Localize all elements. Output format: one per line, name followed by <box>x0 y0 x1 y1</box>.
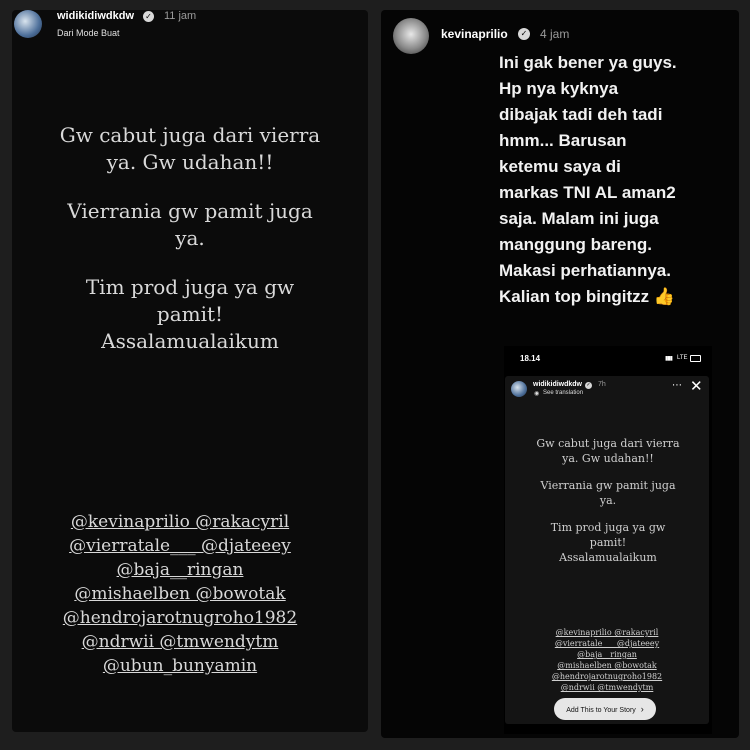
text-line: hmm... Barusan <box>499 131 627 150</box>
text-line: pamit! <box>589 536 627 549</box>
text-line: ketemu saya di <box>499 157 621 176</box>
text-line: Vierrania gw pamit juga <box>67 199 313 223</box>
battery-icon <box>690 355 701 362</box>
text-line: pamit! <box>156 302 224 326</box>
verified-icon: ✓ <box>143 11 154 22</box>
verified-icon: ✓ <box>585 382 592 389</box>
right-username[interactable]: kevinaprilio <box>441 27 508 41</box>
right-time: 4 jam <box>540 27 570 41</box>
network-status: LTE <box>677 355 688 361</box>
signal-icon: ▮▮▮ <box>665 355 673 362</box>
verified-icon: ✓ <box>518 28 530 40</box>
text-line: dibajak tadi deh tadi <box>499 105 663 124</box>
left-avatar[interactable] <box>14 10 42 38</box>
right-avatar[interactable] <box>393 18 429 54</box>
add-to-story-label: Add This to Your Story <box>566 707 636 714</box>
text-line: Vierrania gw pamit juga <box>540 479 676 492</box>
text-line: Tim prod juga ya gw <box>85 275 295 299</box>
mention-line[interactable]: @vierratale___ @djateeey <box>540 638 674 649</box>
left-username[interactable]: widikidiwdkdw <box>57 10 134 22</box>
embedded-mentions: @kevinaprilio @rakacyril @vierratale___ … <box>540 627 674 693</box>
text-line: ya. Gw udahan!! <box>562 452 654 465</box>
status-clock: 18.14 <box>520 354 541 363</box>
text-line: Gw cabut juga dari vierra <box>59 123 321 147</box>
text-line: Tim prod juga ya gw <box>550 521 666 534</box>
text-line: Kalian top bingitzz 👍 <box>499 287 676 306</box>
left-mentions: @kevinaprilio @rakacyril @vierratale___ … <box>62 510 298 678</box>
text-line: ya. <box>175 226 205 250</box>
mention-line[interactable]: @baja__ringan <box>62 558 298 582</box>
mention-line[interactable]: @mishaelben @bowotak <box>62 582 298 606</box>
text-line: saja. Malam ini juga <box>499 209 659 228</box>
globe-icon: ◉ <box>534 390 540 397</box>
left-subtitle: Dari Mode Buat <box>57 28 120 38</box>
add-to-story-button[interactable]: Add This to Your Story › <box>554 698 656 720</box>
left-story-text: Gw cabut juga dari vierra ya. Gw udahan!… <box>40 122 340 355</box>
embedded-time: 7h <box>598 381 606 388</box>
mention-line[interactable]: @ndrwii @tmwendytm <box>540 682 674 693</box>
close-icon[interactable]: ✕ <box>690 379 703 394</box>
right-story-text: Ini gak bener ya guys. Hp nya kyknya dib… <box>499 50 739 310</box>
mention-line[interactable]: @hendrojarotnugroho1982 <box>62 606 298 630</box>
mention-line[interactable]: @ubun_bunyamin <box>62 654 298 678</box>
text-line: ya. <box>599 494 617 507</box>
mention-line[interactable]: @baja__ringan <box>540 649 674 660</box>
text-line: Makasi perhatiannya. <box>499 261 671 280</box>
mention-line[interactable]: @ndrwii @tmwendytm <box>62 630 298 654</box>
text-line: manggung bareng. <box>499 235 652 254</box>
more-options-icon[interactable]: ⋯ <box>672 380 682 391</box>
text-line: Hp nya kyknya <box>499 79 619 98</box>
see-translation-link[interactable]: See translation <box>543 390 583 396</box>
embedded-username[interactable]: widikidiwdkdw <box>533 381 582 388</box>
mention-line[interactable]: @kevinaprilio @rakacyril <box>540 627 674 638</box>
mention-line[interactable]: @vierratale___ @djateeey <box>62 534 298 558</box>
text-line: Assalamualaikum <box>559 551 657 564</box>
text-line: Assalamualaikum <box>101 329 279 353</box>
text-line: Ini gak bener ya guys. <box>499 53 677 72</box>
embedded-story-text: Gw cabut juga dari vierra ya. Gw udahan!… <box>525 436 691 565</box>
embedded-avatar[interactable] <box>511 381 527 397</box>
left-time: 11 jam <box>164 10 197 22</box>
mention-line[interactable]: @kevinaprilio @rakacyril <box>62 510 298 534</box>
mention-line[interactable]: @mishaelben @bowotak <box>540 660 674 671</box>
text-line: Gw cabut juga dari vierra <box>536 437 680 450</box>
chevron-right-icon: › <box>640 704 644 714</box>
text-line: markas TNI AL aman2 <box>499 183 676 202</box>
text-line: ya. Gw udahan!! <box>106 150 274 174</box>
mention-line[interactable]: @hendrojarotnugroho1982 <box>540 671 674 682</box>
